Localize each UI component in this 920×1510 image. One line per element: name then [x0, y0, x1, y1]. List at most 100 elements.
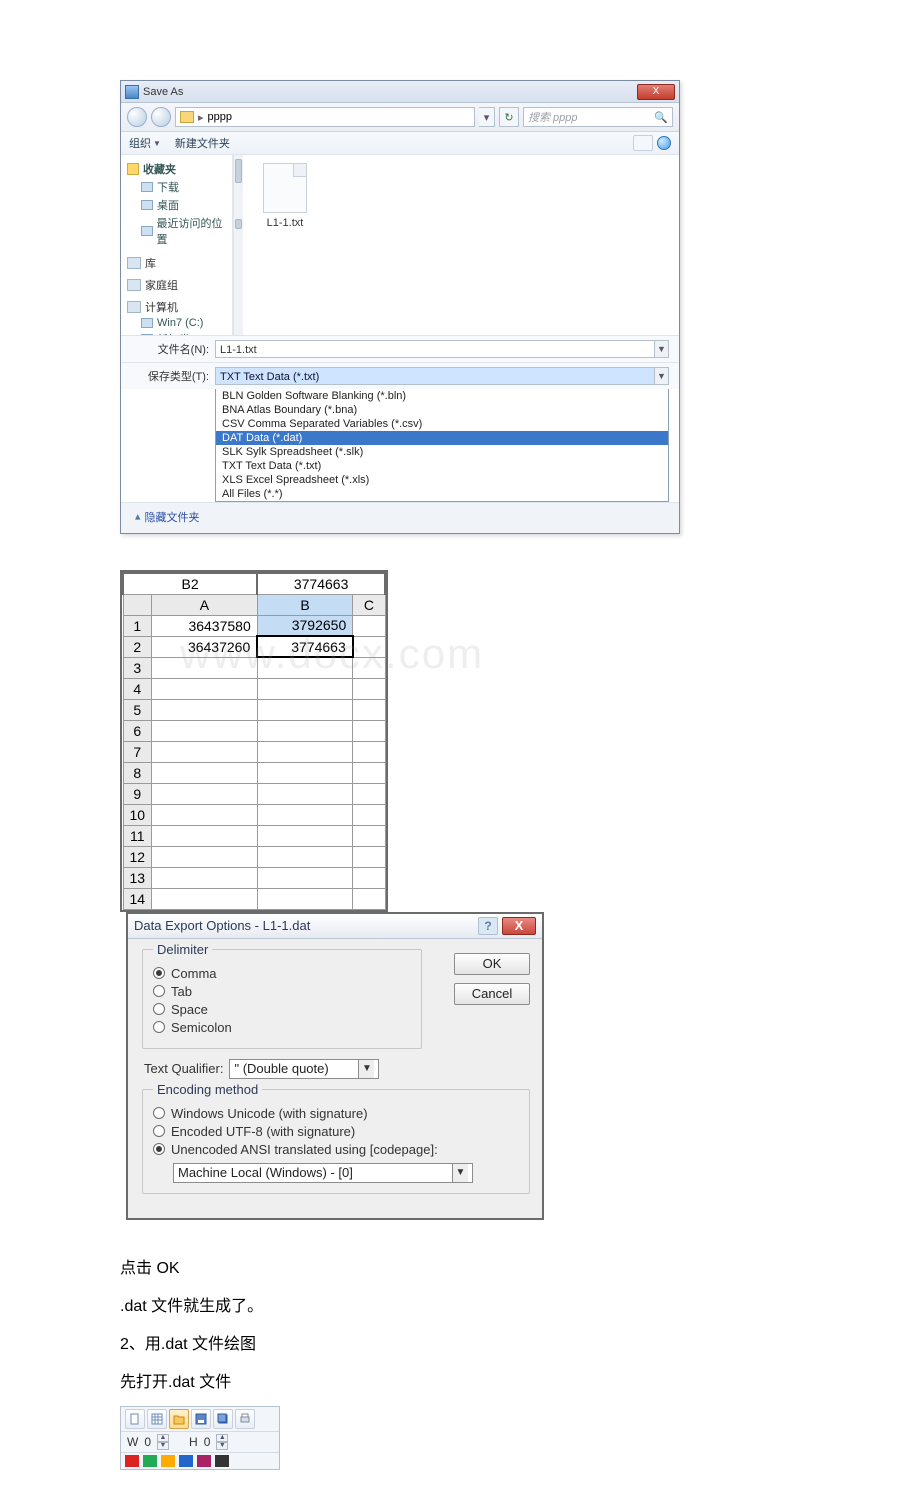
- chevron-down-icon: ▼: [358, 1060, 374, 1078]
- path-dropdown[interactable]: ▾: [479, 107, 495, 127]
- color-swatch[interactable]: [161, 1455, 175, 1467]
- organize-menu[interactable]: 组织▼: [129, 135, 161, 151]
- color-swatch[interactable]: [125, 1455, 139, 1467]
- help-icon[interactable]: [657, 136, 671, 150]
- color-swatch[interactable]: [179, 1455, 193, 1467]
- col-header[interactable]: C: [353, 594, 385, 615]
- row-header[interactable]: 13: [123, 867, 152, 888]
- row-header[interactable]: 10: [123, 804, 152, 825]
- active-cell[interactable]: 3774663: [257, 636, 353, 657]
- filetype-option[interactable]: BLN Golden Software Blanking (*.bln): [216, 389, 668, 403]
- cell[interactable]: 36437260: [152, 636, 258, 657]
- nav-drive-d[interactable]: 新加卷 (D:): [141, 331, 230, 335]
- close-button[interactable]: X: [502, 917, 536, 935]
- color-swatch[interactable]: [215, 1455, 229, 1467]
- cell[interactable]: 36437580: [152, 615, 258, 636]
- row-header[interactable]: 11: [123, 825, 152, 846]
- path-box[interactable]: ▸ pppp: [175, 107, 475, 127]
- delimiter-semicolon[interactable]: Semicolon: [153, 1020, 411, 1035]
- filetype-option[interactable]: BNA Atlas Boundary (*.bna): [216, 403, 668, 417]
- cell[interactable]: [257, 657, 353, 678]
- filetype-option[interactable]: CSV Comma Separated Variables (*.csv): [216, 417, 668, 431]
- new-grid-icon[interactable]: [147, 1409, 167, 1429]
- delimiter-comma[interactable]: Comma: [153, 966, 411, 981]
- scrollbar-thumb[interactable]: [235, 219, 242, 229]
- nav-favorites[interactable]: 收藏夹: [143, 161, 176, 177]
- filetype-option[interactable]: XLS Excel Spreadsheet (*.xls): [216, 473, 668, 487]
- row-header[interactable]: 8: [123, 762, 152, 783]
- row-header[interactable]: 4: [123, 678, 152, 699]
- hide-folders-toggle[interactable]: ▾隐藏文件夹: [121, 502, 679, 533]
- filename-input[interactable]: L1-1.txt ▼: [215, 340, 669, 358]
- col-header[interactable]: B: [257, 594, 353, 615]
- nav-back-icon[interactable]: [127, 107, 147, 127]
- nav-drive-c[interactable]: Win7 (C:): [141, 317, 230, 329]
- row-header[interactable]: 3: [123, 657, 152, 678]
- delimiter-space[interactable]: Space: [153, 1002, 411, 1017]
- width-stepper[interactable]: ▲▼: [157, 1434, 169, 1450]
- view-options-icon[interactable]: [633, 135, 653, 151]
- refresh-icon[interactable]: ↻: [499, 107, 519, 127]
- delimiter-tab[interactable]: Tab: [153, 984, 411, 999]
- ok-button[interactable]: OK: [454, 953, 530, 975]
- save-icon: [125, 85, 139, 99]
- filetype-option[interactable]: All Files (*.*): [216, 487, 668, 501]
- col-header[interactable]: A: [152, 594, 258, 615]
- new-folder-button[interactable]: 新建文件夹: [175, 135, 230, 151]
- file-item[interactable]: L1-1.txt: [253, 163, 317, 229]
- row-header[interactable]: 9: [123, 783, 152, 804]
- nav-scrollbar[interactable]: [233, 155, 243, 335]
- filetype-select[interactable]: TXT Text Data (*.txt) ▼: [215, 367, 669, 385]
- save-all-icon[interactable]: [213, 1409, 233, 1429]
- encoding-utf8[interactable]: Encoded UTF-8 (with signature): [153, 1124, 519, 1139]
- nav-computer[interactable]: 计算机: [127, 299, 230, 315]
- nav-homegroup[interactable]: 家庭组: [127, 277, 230, 293]
- text-file-icon: [263, 163, 307, 213]
- filetype-option[interactable]: TXT Text Data (*.txt): [216, 459, 668, 473]
- row-header[interactable]: 1: [123, 615, 152, 636]
- cell[interactable]: [353, 657, 385, 678]
- filetype-dropdown[interactable]: BLN Golden Software Blanking (*.bln) BNA…: [215, 389, 669, 502]
- height-stepper[interactable]: ▲▼: [216, 1434, 228, 1450]
- cell[interactable]: 3792650: [257, 615, 353, 636]
- row-header[interactable]: 2: [123, 636, 152, 657]
- file-list[interactable]: L1-1.txt: [243, 155, 679, 335]
- save-icon[interactable]: [191, 1409, 211, 1429]
- row-header[interactable]: 14: [123, 888, 152, 909]
- chevron-down-icon[interactable]: ▼: [654, 368, 668, 384]
- print-icon[interactable]: [235, 1409, 255, 1429]
- text-qualifier-select[interactable]: " (Double quote)▼: [229, 1059, 379, 1079]
- row-header[interactable]: 12: [123, 846, 152, 867]
- codepage-select[interactable]: Machine Local (Windows) - [0]▼: [173, 1163, 473, 1183]
- new-document-icon[interactable]: [125, 1409, 145, 1429]
- cancel-button[interactable]: Cancel: [454, 983, 530, 1005]
- nav-downloads[interactable]: 下载: [141, 179, 230, 195]
- close-button[interactable]: X: [637, 84, 675, 100]
- encoding-ansi[interactable]: Unencoded ANSI translated using [codepag…: [153, 1142, 519, 1157]
- cell[interactable]: [353, 615, 385, 636]
- surfer-toolbar: W 0 ▲▼ H 0 ▲▼: [120, 1406, 280, 1470]
- radio-icon: [153, 1143, 165, 1155]
- help-icon[interactable]: ?: [478, 917, 498, 935]
- filetype-option[interactable]: SLK Sylk Spreadsheet (*.slk): [216, 445, 668, 459]
- color-swatch[interactable]: [143, 1455, 157, 1467]
- color-swatch[interactable]: [197, 1455, 211, 1467]
- row-header[interactable]: 6: [123, 720, 152, 741]
- cell[interactable]: [353, 636, 385, 657]
- nav-libraries[interactable]: 库: [127, 255, 230, 271]
- nav-forward-icon[interactable]: [151, 107, 171, 127]
- nav-desktop[interactable]: 桌面: [141, 197, 230, 213]
- open-file-icon[interactable]: [169, 1409, 189, 1429]
- name-box[interactable]: B2: [123, 573, 257, 594]
- nav-recent[interactable]: 最近访问的位置: [141, 215, 230, 247]
- encoding-unicode[interactable]: Windows Unicode (with signature): [153, 1106, 519, 1121]
- row-header[interactable]: 5: [123, 699, 152, 720]
- cell[interactable]: [152, 657, 258, 678]
- chevron-down-icon[interactable]: ▼: [654, 341, 668, 357]
- search-input[interactable]: 搜索 pppp 🔍: [523, 107, 673, 127]
- row-header[interactable]: 7: [123, 741, 152, 762]
- formula-bar[interactable]: 3774663: [257, 573, 385, 594]
- filetype-option-selected[interactable]: DAT Data (*.dat): [216, 431, 668, 445]
- scrollbar-thumb[interactable]: [235, 159, 242, 183]
- paragraph: 点击 OK: [120, 1254, 800, 1278]
